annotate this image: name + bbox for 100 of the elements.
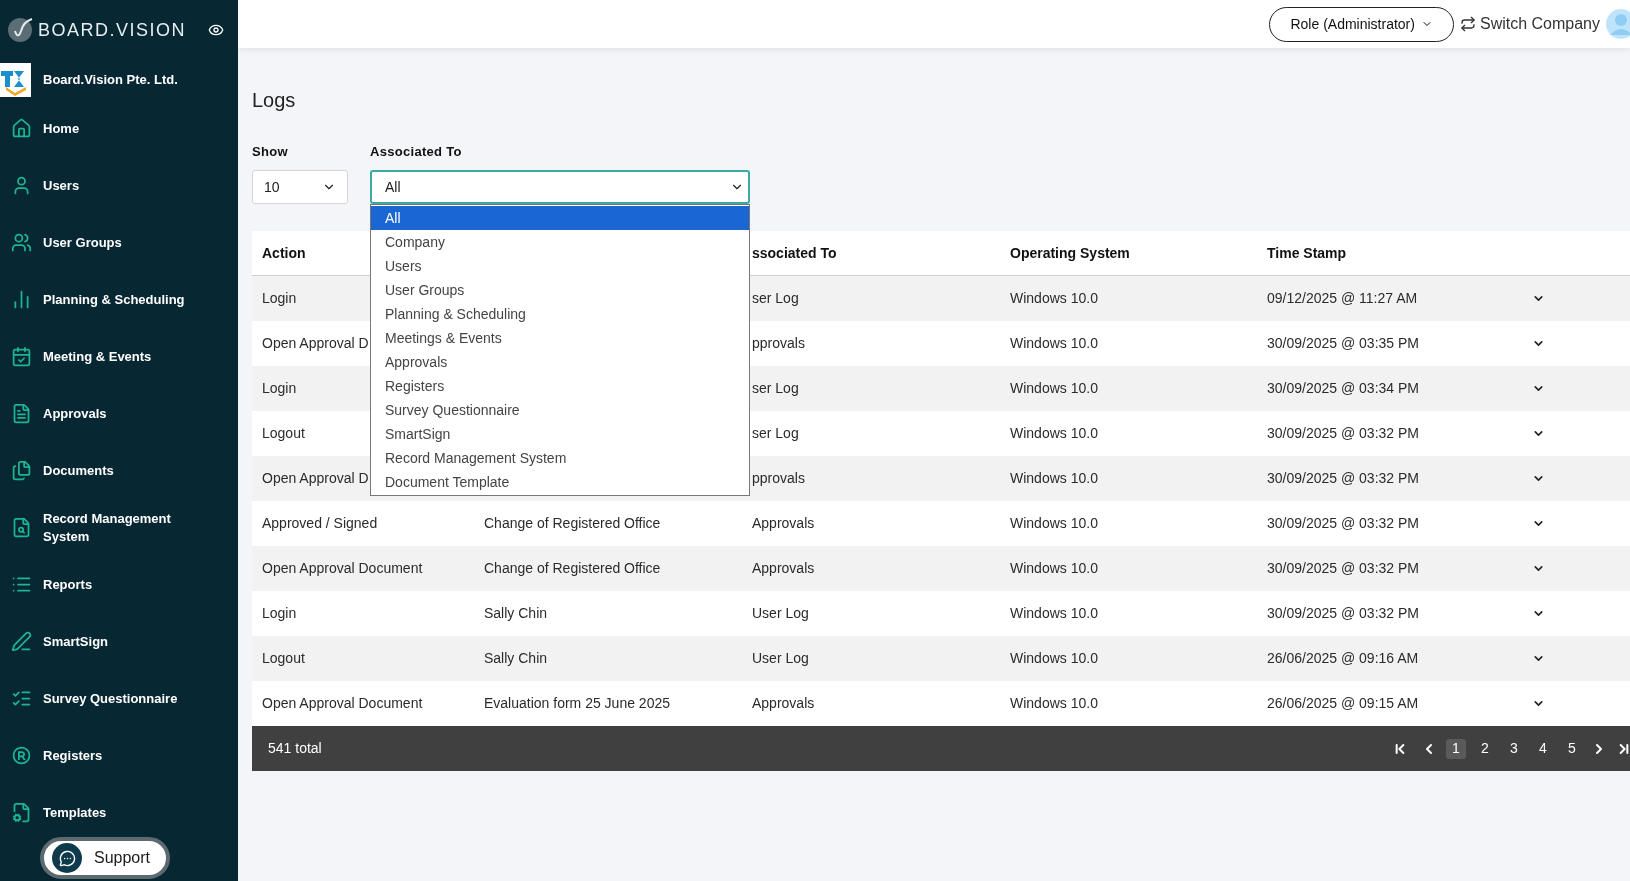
table-cell-text: Logout: [262, 424, 305, 443]
table-cell-text: 26/06/2025 @ 09:15 AM: [1267, 694, 1419, 713]
page-button[interactable]: 1: [1446, 738, 1466, 759]
nav-item[interactable]: Record Management System: [0, 499, 238, 556]
table-cell-text: 30/09/2025 @ 03:32 PM: [1267, 559, 1419, 578]
table-cell-text: Windows 10.0: [1010, 559, 1098, 578]
field-label: Associated To: [370, 144, 463, 160]
table-cell-text: Logout: [262, 649, 305, 668]
page-button[interactable]: 3: [1504, 738, 1524, 759]
table-cell-text: Windows 10.0: [1010, 514, 1098, 533]
table-cell-text: Login: [262, 379, 297, 398]
table-cell-text: Open Approval Document: [262, 694, 423, 713]
dropdown-option[interactable]: All: [371, 206, 749, 230]
field-label: Show: [252, 144, 289, 160]
nav-item[interactable]: Approvals: [0, 385, 238, 442]
table-cell-text: Windows 10.0: [1010, 334, 1098, 353]
table-cell-text: pprovals: [752, 469, 805, 488]
registered-icon: [10, 745, 32, 766]
table-cell-text: 30/09/2025 @ 03:32 PM: [1267, 424, 1419, 443]
dropdown-option[interactable]: Document Template: [371, 470, 749, 494]
table-cell-text: User Log: [752, 649, 809, 668]
dropdown-option[interactable]: Survey Questionnaire: [371, 398, 749, 422]
nav-item[interactable]: Documents: [0, 442, 238, 499]
logo-icon: [6, 16, 34, 44]
table-cell-text: Open Approval Document: [262, 559, 423, 578]
table-cell-text: ser Log: [752, 379, 799, 398]
brand-name: BOARD.VISION: [38, 18, 187, 42]
table-cell-text: Evaluation form 25 June 2025: [484, 694, 670, 713]
dropdown-option[interactable]: Record Management System: [371, 446, 749, 470]
table-cell-text: 30/09/2025 @ 03:32 PM: [1267, 469, 1419, 488]
nav-item[interactable]: Meeting & Events: [0, 328, 238, 385]
documents-icon: [10, 460, 32, 481]
calendar-check-icon: [10, 346, 32, 367]
table-cell-text: 30/09/2025 @ 03:34 PM: [1267, 379, 1419, 398]
company-name: Board.Vision Pte. Ltd.: [43, 71, 178, 90]
swap-icon: [1459, 16, 1476, 32]
page-button[interactable]: 4: [1533, 738, 1553, 759]
table-cell-text: ser Log: [752, 289, 799, 308]
table-cell-text: Windows 10.0: [1010, 289, 1098, 308]
dropdown-option[interactable]: Planning & Scheduling: [371, 302, 749, 326]
table-cell-text: Windows 10.0: [1010, 379, 1098, 398]
table-cell-text: Approvals: [752, 694, 815, 713]
page-button[interactable]: 2: [1475, 738, 1495, 759]
table-cell-text: Open Approval D: [262, 469, 369, 488]
table-cell-text: Sally Chin: [484, 604, 548, 623]
nav-item[interactable]: Users: [0, 157, 238, 214]
eye-toggle-icon[interactable]: [208, 22, 224, 38]
table-cell-text: Sally Chin: [484, 649, 548, 668]
dropdown-option[interactable]: Users: [371, 254, 749, 278]
users-icon: [10, 232, 32, 253]
table-cell-text: 26/06/2025 @ 09:16 AM: [1267, 649, 1419, 668]
table-cell-text: pprovals: [752, 334, 805, 353]
nav-item[interactable]: Registers: [0, 727, 238, 784]
table-cell-text: Open Approval D: [262, 334, 369, 353]
column-header: Action: [262, 243, 306, 263]
column-header: Operating System: [1010, 243, 1130, 263]
nav-item[interactable]: SmartSign: [0, 613, 238, 670]
page-button[interactable]: 5: [1562, 738, 1582, 759]
dropdown-option[interactable]: Approvals: [371, 350, 749, 374]
nav-item[interactable]: Planning & Scheduling: [0, 271, 238, 328]
dropdown-option[interactable]: Registers: [371, 374, 749, 398]
template-icon: [10, 802, 32, 823]
associated-to-select[interactable]: All: [370, 170, 750, 204]
page-title: Logs: [252, 88, 297, 113]
pen-signature-icon: [10, 631, 32, 652]
table-cell-text: 30/09/2025 @ 03:32 PM: [1267, 604, 1419, 623]
column-header: Time Stamp: [1267, 243, 1347, 263]
table-cell-text: Change of Registered Office: [484, 514, 661, 533]
dropdown-option[interactable]: SmartSign: [371, 422, 749, 446]
company-logo: [0, 63, 31, 97]
table-cell-text: Windows 10.0: [1010, 649, 1098, 668]
table-cell-text: 30/09/2025 @ 03:32 PM: [1267, 514, 1419, 533]
dropdown-option[interactable]: User Groups: [371, 278, 749, 302]
nav-item[interactable]: User Groups: [0, 214, 238, 271]
table-cell-text: Windows 10.0: [1010, 469, 1098, 488]
support-button[interactable]: Support: [40, 837, 170, 879]
table-cell-text: Approved / Signed: [262, 514, 378, 533]
table-cell-text: Approvals: [752, 559, 815, 578]
home-icon: [10, 118, 32, 139]
table-cell-text: 09/12/2025 @ 11:27 AM: [1267, 289, 1418, 308]
table-cell-text: Windows 10.0: [1010, 694, 1098, 713]
column-header: ssociated To: [752, 243, 837, 263]
nav-item[interactable]: Survey Questionnaire: [0, 670, 238, 727]
dropdown-option[interactable]: Meetings & Events: [371, 326, 749, 350]
page-size-select[interactable]: 10: [252, 170, 348, 204]
table-cell-text: Windows 10.0: [1010, 604, 1098, 623]
nav-item[interactable]: Reports: [0, 556, 238, 613]
table-cell-text: Approvals: [752, 514, 815, 533]
total-count: 541 total: [268, 739, 322, 758]
table-cell-text: Windows 10.0: [1010, 424, 1098, 443]
table-cell-text: Change of Registered Office: [484, 559, 661, 578]
table-cell-text: Login: [262, 289, 297, 308]
table-cell-text: User Log: [752, 604, 809, 623]
dropdown-option[interactable]: Company: [371, 230, 749, 254]
table-cell-text: 30/09/2025 @ 03:35 PM: [1267, 334, 1419, 353]
nav-item[interactable]: Home: [0, 100, 238, 157]
switch-company-button[interactable]: Switch Company: [1459, 12, 1600, 36]
table-cell-text: ser Log: [752, 424, 799, 443]
chat-icon: [58, 849, 76, 867]
table-cell-text: Login: [262, 604, 297, 623]
